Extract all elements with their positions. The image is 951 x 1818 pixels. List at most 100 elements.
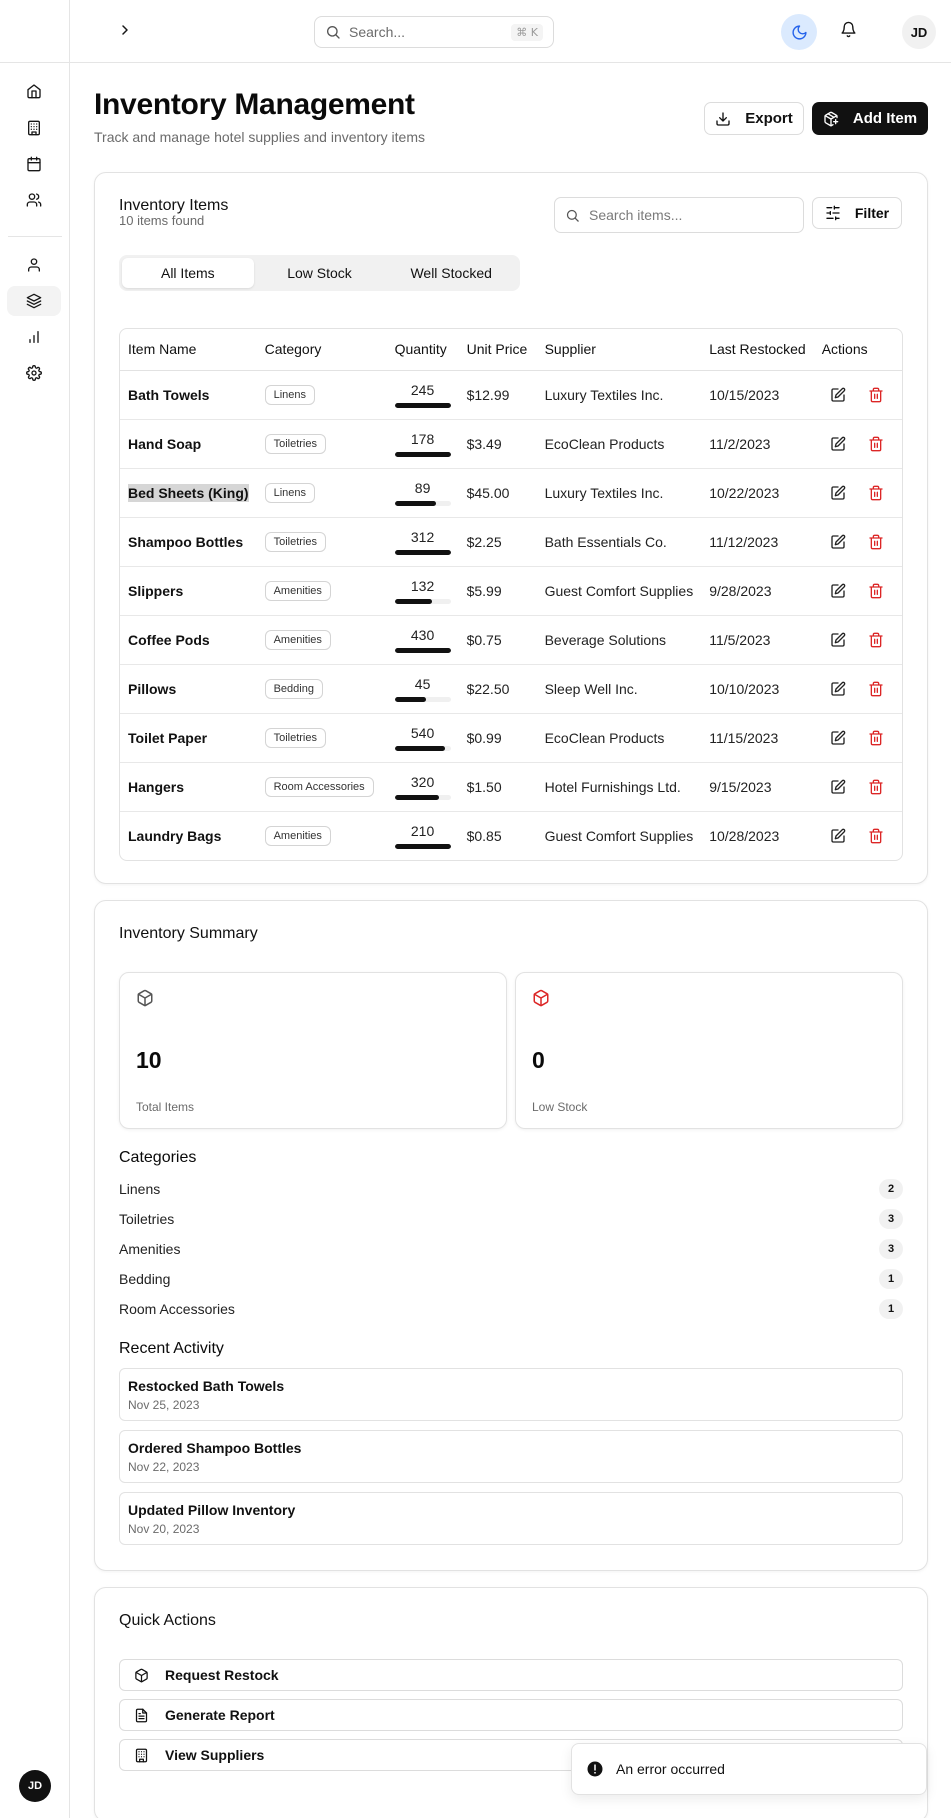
table-row[interactable]: Hangers Room Accessories 320 $1.50 Hotel Fur…: [120, 762, 902, 812]
table-row[interactable]: Coffee Pods Amenities 430 $0.75 Beverage Sol…: [120, 615, 902, 665]
global-search-input[interactable]: Search... ⌘ K: [314, 16, 554, 48]
request-restock-label: Request Restock: [165, 1667, 279, 1683]
trash-icon[interactable]: [868, 534, 884, 550]
item-name: Hangers: [120, 762, 257, 812]
request-restock-button[interactable]: Request Restock: [119, 1659, 903, 1691]
quick-actions-title: Quick Actions: [119, 1612, 216, 1629]
item-quantity: 45: [386, 664, 459, 714]
stock-tabs: All Items Low Stock Well Stocked: [119, 255, 520, 291]
notifications-bell-icon[interactable]: [840, 21, 857, 38]
items-search-input[interactable]: Search items...: [554, 197, 804, 233]
trash-icon[interactable]: [868, 583, 884, 599]
table-row[interactable]: Slippers Amenities 132 $5.99 Guest Comfort S…: [120, 566, 902, 616]
inventory-items-card: Inventory Items 10 items found Search it…: [94, 172, 928, 884]
item-last-restocked: 11/2/2023: [701, 419, 814, 469]
nav-building-icon[interactable]: [7, 113, 61, 143]
edit-icon[interactable]: [830, 534, 846, 550]
item-unit-price: $0.85: [466, 827, 502, 844]
trash-icon[interactable]: [868, 632, 884, 648]
user-avatar[interactable]: JD: [902, 15, 936, 49]
activity-item[interactable]: Updated Pillow Inventory Nov 20, 2023: [119, 1492, 903, 1545]
sidebar: JD: [0, 0, 70, 1818]
nav-settings-icon[interactable]: [7, 358, 61, 388]
item-name: Pillows: [120, 664, 257, 714]
trash-icon[interactable]: [868, 485, 884, 501]
sidebar-avatar[interactable]: JD: [19, 1770, 51, 1802]
col-item-name[interactable]: Item Name: [120, 329, 257, 371]
filter-button[interactable]: Filter: [812, 197, 902, 229]
quantity-value: 45: [414, 675, 431, 692]
activity-item[interactable]: Restocked Bath Towels Nov 25, 2023: [119, 1368, 903, 1421]
activity-title: Updated Pillow Inventory: [128, 1502, 296, 1518]
table-row[interactable]: Toilet Paper Toiletries 540 $0.99 EcoClean P…: [120, 713, 902, 763]
table-row[interactable]: Laundry Bags Amenities 210 $0.85 Guest Comfo…: [120, 811, 902, 860]
item-last-restocked: 10/15/2023: [701, 370, 814, 420]
theme-toggle-button[interactable]: [781, 14, 817, 50]
category-badge: Bedding: [264, 678, 323, 699]
trash-icon[interactable]: [868, 436, 884, 452]
edit-icon[interactable]: [830, 632, 846, 648]
chevron-right-icon[interactable]: [117, 22, 133, 38]
table-row[interactable]: Hand Soap Toiletries 178 $3.49 EcoClean Prod…: [120, 419, 902, 469]
edit-icon[interactable]: [830, 387, 846, 403]
category-badge: Amenities: [264, 825, 331, 846]
edit-icon[interactable]: [830, 681, 846, 697]
total-items-value: 10: [136, 1047, 162, 1073]
page-title: Inventory Management: [94, 88, 415, 121]
item-supplier: Sleep Well Inc.: [536, 664, 702, 714]
edit-icon[interactable]: [830, 583, 846, 599]
nav-layers-icon[interactable]: [7, 286, 61, 316]
recent-activity-heading: Recent Activity: [119, 1340, 224, 1357]
trash-icon[interactable]: [868, 779, 884, 795]
item-last-restocked: 10/28/2023: [709, 827, 780, 844]
stock-level-fill: [394, 745, 445, 751]
item-category: Toiletries: [256, 419, 387, 469]
stock-level-bar: [394, 500, 451, 506]
nav-home-icon[interactable]: [7, 76, 61, 106]
col-supplier[interactable]: Supplier: [536, 329, 702, 371]
table-row[interactable]: Shampoo Bottles Toiletries 312 $2.25 Bath Es…: [120, 517, 902, 567]
nav-user-icon[interactable]: [7, 250, 61, 280]
add-item-button[interactable]: Add Item: [812, 102, 928, 135]
item-actions: [814, 811, 902, 860]
stock-level-fill: [394, 843, 451, 849]
tab-all-items[interactable]: All Items: [122, 258, 254, 288]
col-quantity[interactable]: Quantity: [386, 329, 459, 371]
trash-icon[interactable]: [868, 387, 884, 403]
table-row[interactable]: Bath Towels Linens 245 $12.99 Luxury Textile…: [120, 370, 902, 420]
error-toast[interactable]: An error occurred: [571, 1743, 927, 1795]
col-last-restocked[interactable]: Last Restocked: [701, 329, 814, 371]
item-unit-price: $0.99: [458, 713, 537, 763]
trash-icon[interactable]: [868, 681, 884, 697]
tab-low-stock[interactable]: Low Stock: [254, 258, 386, 288]
item-unit-price: $0.75: [458, 615, 537, 665]
export-button[interactable]: Export: [704, 102, 804, 135]
item-supplier: Guest Comfort Supplies: [536, 566, 702, 616]
tab-well-stocked[interactable]: Well Stocked: [385, 258, 517, 288]
col-category[interactable]: Category: [256, 329, 387, 371]
col-unit-price[interactable]: Unit Price: [458, 329, 537, 371]
edit-icon[interactable]: [830, 779, 846, 795]
package-icon: [135, 1668, 148, 1682]
table-row[interactable]: Pillows Bedding 45 $22.50 Sleep Well Inc. 10/…: [120, 664, 902, 714]
summary-title: Inventory Summary: [119, 925, 258, 942]
topbar: Search... ⌘ K JD: [70, 0, 951, 63]
table-row[interactable]: Bed Sheets (King) Linens 89 $45.00 Luxury Te…: [120, 468, 902, 518]
generate-report-button[interactable]: Generate Report: [119, 1699, 903, 1731]
item-name: Laundry Bags: [120, 811, 257, 860]
edit-icon[interactable]: [830, 730, 846, 746]
item-quantity: 540: [386, 713, 459, 763]
item-quantity: 132: [386, 566, 459, 616]
nav-users-icon[interactable]: [7, 185, 61, 215]
trash-icon[interactable]: [868, 730, 884, 746]
edit-icon[interactable]: [830, 436, 846, 452]
nav-calendar-icon[interactable]: [7, 149, 61, 179]
category-count: 2: [879, 1179, 903, 1199]
edit-icon[interactable]: [830, 828, 846, 844]
item-category: Bedding: [256, 664, 387, 714]
edit-icon[interactable]: [830, 485, 846, 501]
trash-icon[interactable]: [868, 828, 884, 844]
activity-item[interactable]: Ordered Shampoo Bottles Nov 22, 2023: [119, 1430, 903, 1483]
filter-label: Filter: [854, 205, 890, 221]
nav-bar-chart-icon[interactable]: [7, 322, 61, 352]
